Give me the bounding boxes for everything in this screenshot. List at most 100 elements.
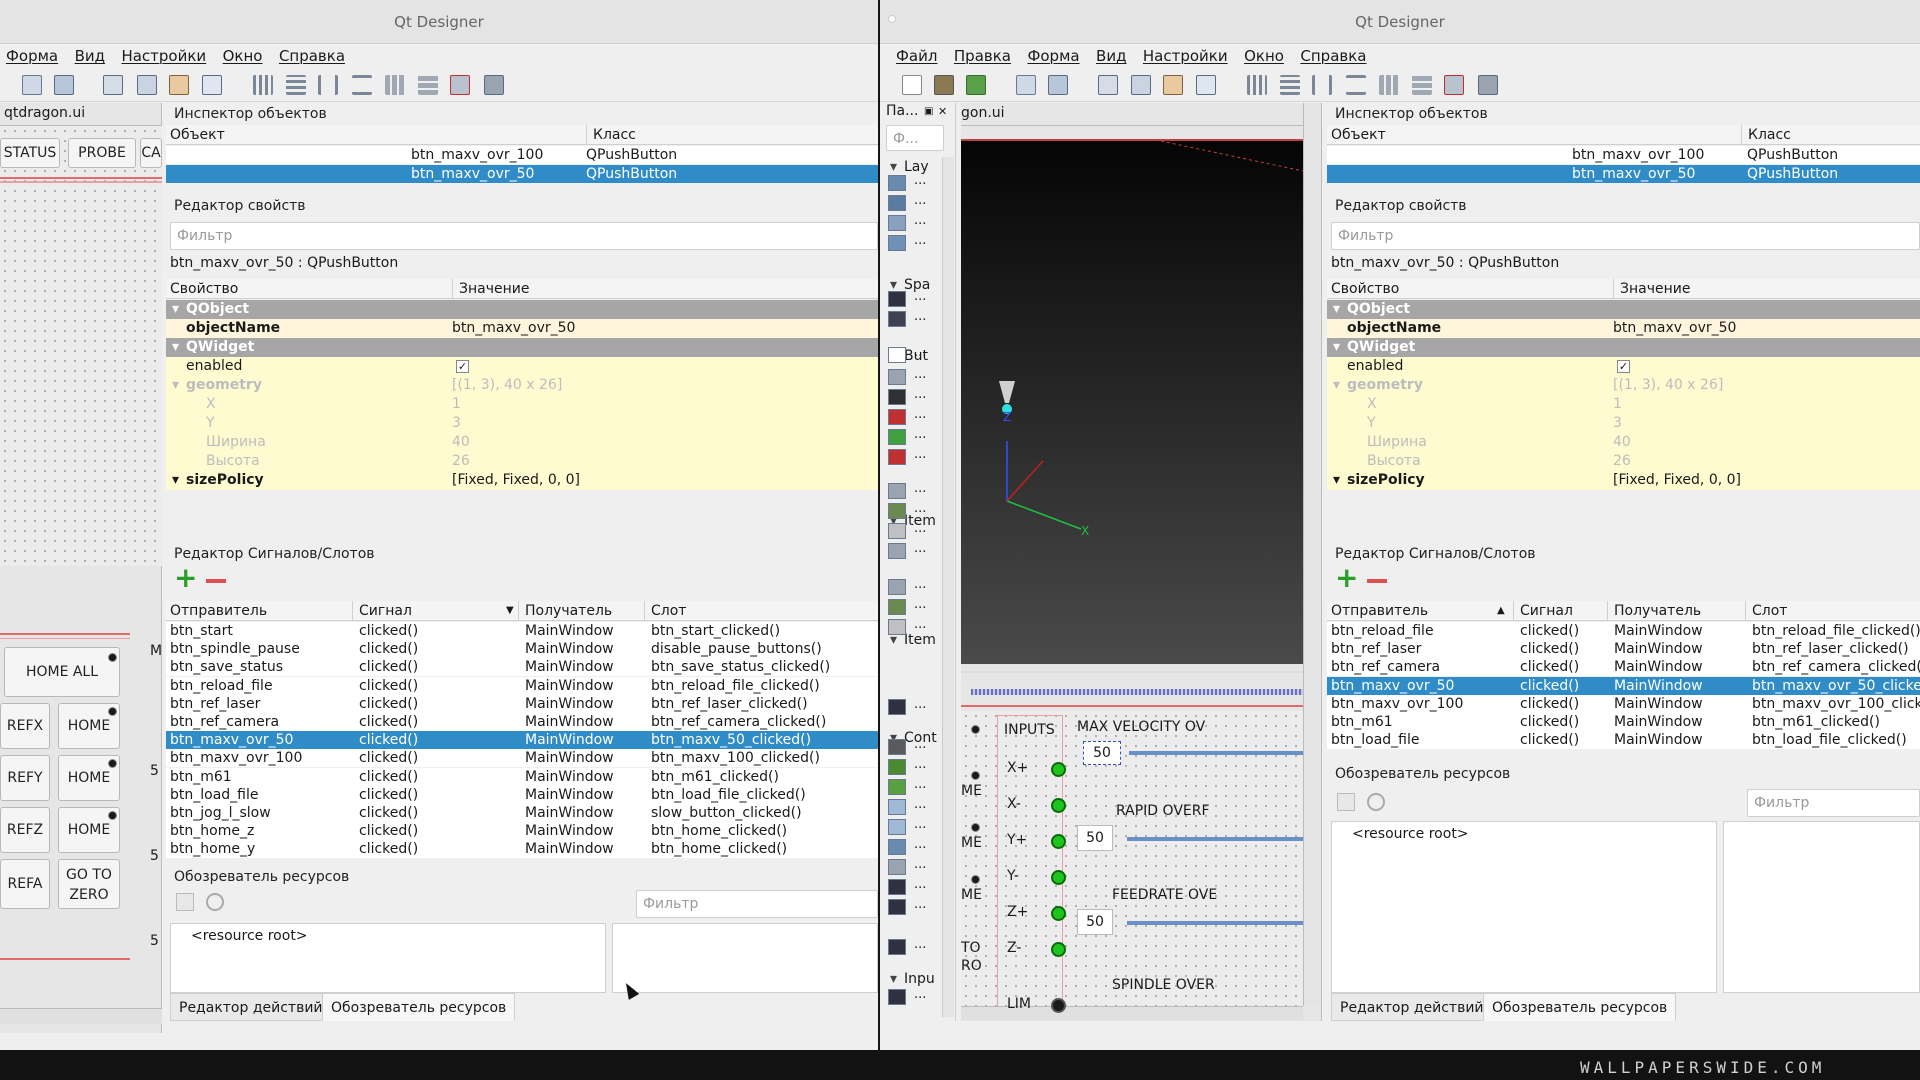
max-velocity-value[interactable]: 50	[1083, 741, 1121, 765]
status-tab[interactable]: STATUS	[0, 138, 60, 168]
resource-root[interactable]: <resource root>	[191, 928, 308, 944]
feedrate-override-slider[interactable]	[1127, 921, 1303, 925]
probe-tab[interactable]: PROBE	[68, 138, 136, 168]
widget-item-label[interactable]: ...	[914, 897, 926, 912]
edit-widgets-icon[interactable]	[1098, 75, 1118, 95]
h-scrollbar[interactable]	[0, 1008, 162, 1024]
menu-settings[interactable]: Настройки	[115, 44, 212, 68]
widget-icon[interactable]	[888, 195, 906, 211]
adjust-size-icon[interactable]	[1478, 75, 1498, 95]
widget-icon[interactable]	[888, 291, 906, 307]
widget-item-label[interactable]: ...	[914, 427, 926, 442]
property-row[interactable]: sizePolicy ▾ [Fixed, Fixed, 0, 0]	[1327, 471, 1920, 490]
value-field[interactable]: 5	[150, 763, 159, 779]
property-row[interactable]: geometry ▾ [(1, 3), 40 x 26]	[166, 376, 878, 395]
resource-tree[interactable]: <resource root>	[1331, 821, 1717, 993]
edit-widgets-icon[interactable]	[103, 75, 123, 95]
widget-icon[interactable]	[888, 759, 906, 775]
property-value[interactable]: 26	[452, 452, 470, 471]
v-scrollbar[interactable]	[1303, 103, 1319, 1006]
signal-row[interactable]: btn_ref_camera clicked() MainWindow btn_ref…	[1327, 658, 1920, 677]
widget-icon[interactable]	[888, 483, 906, 499]
signal-row-selected[interactable]: btn_maxv_ovr_50 clicked() MainWindow btn_ma…	[1327, 676, 1920, 695]
property-row[interactable]: Y3	[1327, 414, 1920, 433]
property-value[interactable]: 40	[1613, 433, 1631, 452]
widget-icon[interactable]	[888, 235, 906, 251]
adjust-size-icon[interactable]	[484, 75, 504, 95]
widget-filter-input[interactable]: Ф...	[886, 125, 944, 151]
signal-row[interactable]: btn_m61 clicked() MainWindow btn_m61_clicke…	[166, 767, 878, 786]
property-row[interactable]: sizePolicy ▾ [Fixed, Fixed, 0, 0]	[166, 471, 878, 490]
close-icon[interactable]: ✕	[938, 105, 947, 118]
tab-action-editor[interactable]: Редактор действий	[1331, 993, 1493, 1021]
tab-resource-browser[interactable]: Обозреватель ресурсов	[322, 993, 516, 1021]
layout-grid-icon[interactable]	[385, 75, 405, 95]
remove-connection-icon[interactable]	[1367, 579, 1387, 583]
property-row[interactable]: QWidget ▾	[166, 338, 878, 357]
resource-filter-input[interactable]: Фильтр	[636, 890, 878, 918]
refa-button[interactable]: REFA	[0, 859, 50, 909]
add-connection-icon[interactable]: +	[1335, 564, 1358, 592]
widget-item-label[interactable]: ...	[914, 345, 926, 360]
tab-resource-browser[interactable]: Обозреватель ресурсов	[1483, 993, 1677, 1021]
property-value[interactable]: [(1, 3), 40 x 26]	[1613, 376, 1723, 395]
reload-icon[interactable]	[1367, 793, 1385, 811]
property-row[interactable]: objectName btn_maxv_ovr_50	[1327, 319, 1920, 338]
widget-item-label[interactable]: ...	[914, 577, 926, 592]
feedrate-override-value[interactable]: 50	[1077, 909, 1113, 935]
widget-item-label[interactable]: ...	[914, 541, 926, 556]
enabled-checkbox[interactable]: ✓	[456, 360, 469, 373]
signal-row[interactable]: btn_home_z clicked() MainWindow btn_home_cl…	[166, 822, 878, 841]
v-scrollbar[interactable]	[942, 157, 954, 1017]
widget-icon[interactable]	[888, 215, 906, 231]
layout-form-icon[interactable]	[418, 75, 438, 95]
form-tab-title[interactable]: qtdragon.ui	[4, 105, 85, 121]
enabled-checkbox[interactable]: ✓	[1617, 360, 1630, 373]
widget-icon[interactable]	[888, 389, 906, 405]
widget-icon[interactable]	[888, 739, 906, 755]
rapid-override-slider[interactable]	[1127, 837, 1303, 841]
widget-item-label[interactable]: ...	[914, 481, 926, 496]
layout-horizontal-icon[interactable]	[1247, 75, 1267, 95]
property-value[interactable]: 26	[1613, 452, 1631, 471]
layout-horizontal-icon[interactable]	[253, 75, 273, 95]
signal-row[interactable]: btn_ref_camera clicked() MainWindow btn_ref…	[166, 713, 878, 731]
inspector-row-selected[interactable]: btn_maxv_ovr_50 QPushButton	[166, 165, 878, 183]
signal-row[interactable]: btn_jog_l_slow clicked() MainWindow slow_bu…	[166, 804, 878, 822]
jog-slider[interactable]	[971, 689, 1303, 695]
layout-grid-icon[interactable]	[1379, 75, 1399, 95]
widget-item-label[interactable]: ...	[914, 407, 926, 422]
resource-list[interactable]	[612, 923, 878, 993]
widget-item-label[interactable]: ...	[914, 697, 926, 712]
property-row[interactable]: QWidget ▾	[1327, 338, 1920, 357]
signal-row[interactable]: btn_load_file clicked() MainWindow btn_load…	[166, 785, 878, 804]
property-value[interactable]: [Fixed, Fixed, 0, 0]	[452, 471, 580, 490]
save-file-icon[interactable]	[966, 75, 986, 95]
widget-item-label[interactable]: ...	[914, 387, 926, 402]
rapid-override-value[interactable]: 50	[1077, 825, 1113, 851]
property-filter-input[interactable]: Фильтр	[1331, 222, 1920, 250]
property-filter-input[interactable]: Фильтр	[170, 222, 878, 250]
widget-item-label[interactable]: ...	[914, 877, 926, 892]
expand-arrow-icon[interactable]: ▾	[1333, 338, 1340, 357]
signal-row-selected[interactable]: btn_maxv_ovr_50 clicked() MainWindow btn_ma…	[166, 731, 878, 750]
widget-icon[interactable]	[888, 543, 906, 559]
menu-view[interactable]: Вид	[69, 44, 111, 68]
add-connection-icon[interactable]: +	[174, 564, 197, 592]
float-icon[interactable]: ▣	[924, 106, 933, 117]
tab-action-editor[interactable]: Редактор действий	[170, 993, 332, 1021]
property-value[interactable]: btn_maxv_ovr_50	[1613, 319, 1736, 338]
signal-row[interactable]: btn_maxv_ovr_100 clicked() MainWindow btn_m…	[166, 749, 878, 768]
signal-row[interactable]: btn_home_y clicked() MainWindow btn_home_cl…	[166, 840, 878, 859]
property-row[interactable]: geometry ▾ [(1, 3), 40 x 26]	[1327, 376, 1920, 395]
widget-icon[interactable]	[888, 523, 906, 539]
menu-file[interactable]: Файл	[890, 44, 943, 68]
property-row[interactable]: enabled ✓	[1327, 357, 1920, 376]
widget-item-label[interactable]: ...	[914, 521, 926, 536]
widget-item-label[interactable]: ...	[914, 737, 926, 752]
widget-icon[interactable]	[888, 819, 906, 835]
signal-row[interactable]: btn_spindle_pause clicked() MainWindow disa…	[166, 640, 878, 659]
widget-item-label[interactable]: ...	[914, 837, 926, 852]
widget-item-label[interactable]: ...	[914, 501, 926, 516]
refy-button[interactable]: REFY	[0, 755, 50, 801]
